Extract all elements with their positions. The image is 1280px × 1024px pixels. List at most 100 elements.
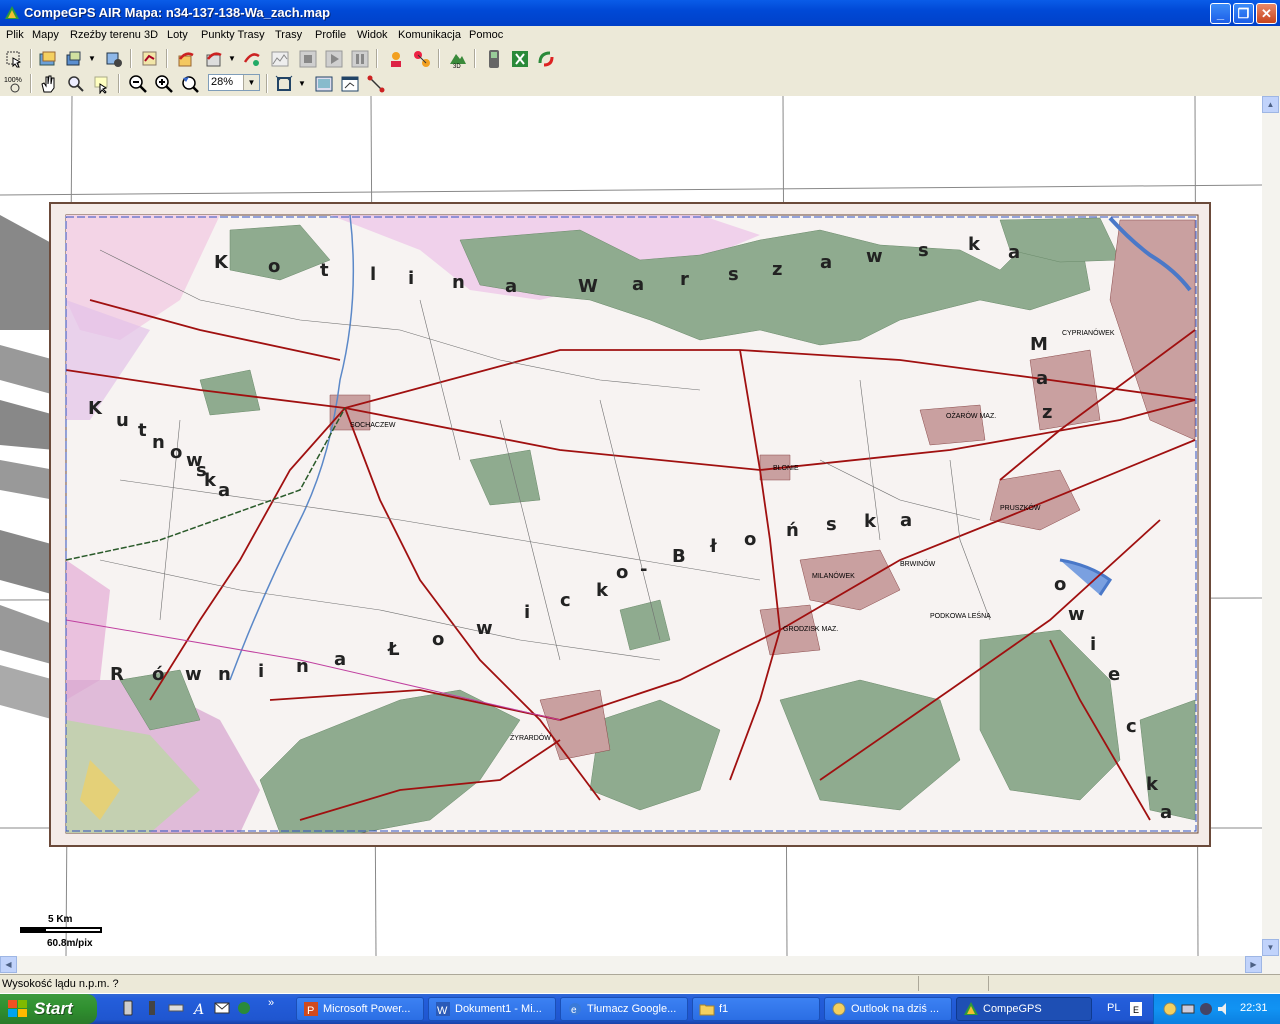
zoom-100-icon[interactable]: 100% <box>4 74 24 94</box>
zoom-window-icon[interactable] <box>66 74 86 94</box>
quicklaunch-more-chevron-icon[interactable]: » <box>268 997 274 1009</box>
waypoints-icon[interactable] <box>140 49 160 69</box>
keyboard-layout-icon[interactable]: E <box>1130 1002 1142 1016</box>
quicklaunch-font-icon[interactable]: A <box>192 1000 208 1016</box>
clock[interactable]: 22:31 <box>1240 1002 1268 1014</box>
zoom-in-icon[interactable] <box>154 74 174 94</box>
gps-icon[interactable] <box>484 49 504 69</box>
toolbar-separator <box>30 74 32 93</box>
select-pointer-icon[interactable] <box>92 74 112 94</box>
task-outlook[interactable]: Outlook na dziś ... <box>824 997 952 1021</box>
route-icon[interactable] <box>412 49 432 69</box>
task-folder-f1[interactable]: f1 <box>692 997 820 1021</box>
map-layers-dropdown-arrow[interactable]: ▼ <box>88 54 96 63</box>
pan-hand-icon[interactable] <box>38 74 58 94</box>
svg-text:K: K <box>88 398 103 419</box>
select-tool-icon[interactable] <box>4 49 24 69</box>
zoom-refresh-icon[interactable] <box>180 74 200 94</box>
toolbar-separator <box>30 49 32 68</box>
start-button[interactable]: Start <box>0 994 97 1024</box>
menu-profile[interactable]: Profile <box>315 29 346 41</box>
svg-text:i: i <box>524 602 530 623</box>
tray-network-icon[interactable] <box>1180 1001 1196 1017</box>
export-excel-icon[interactable] <box>510 49 530 69</box>
task-compegps[interactable]: CompeGPS <box>956 997 1092 1021</box>
svg-text:a: a <box>1160 802 1172 823</box>
language-indicator[interactable]: PL <box>1107 1002 1120 1014</box>
3d-view-icon[interactable]: 3D <box>448 49 468 69</box>
zoom-out-icon[interactable] <box>128 74 148 94</box>
horizontal-scrollbar[interactable]: ◀ ▶ <box>0 956 1262 974</box>
quicklaunch-device-icon[interactable] <box>144 1000 160 1016</box>
task-microsoft-powerpoint[interactable]: P Microsoft Power... <box>296 997 424 1021</box>
pause-icon[interactable] <box>350 49 370 69</box>
close-button[interactable]: ✕ <box>1256 3 1277 24</box>
map-extent-dropdown-arrow[interactable]: ▼ <box>298 79 306 88</box>
map-viewport[interactable]: K o t l i n a W a r s z a w s k a R ó w … <box>0 96 1262 956</box>
scale-distance-label: 5 Km <box>48 914 73 925</box>
add-waypoint-icon[interactable] <box>386 49 406 69</box>
vertical-scrollbar[interactable]: ▲ ▼ <box>1262 96 1280 974</box>
svg-text:c: c <box>560 590 571 611</box>
quicklaunch-phone-icon[interactable] <box>120 1000 136 1016</box>
scroll-left-button[interactable]: ◀ <box>0 956 17 973</box>
svg-text:w: w <box>185 664 202 685</box>
track-list-icon[interactable] <box>204 49 224 69</box>
scale-bar-segment <box>20 927 46 933</box>
scroll-right-button[interactable]: ▶ <box>1245 956 1262 973</box>
task-dokument1-word[interactable]: W Dokument1 - Mi... <box>428 997 556 1021</box>
play-icon[interactable] <box>324 49 344 69</box>
zoom-level-select[interactable]: 28% ▼ <box>208 74 260 91</box>
task-tlumacz-google[interactable]: e Tłumacz Google... <box>560 997 688 1021</box>
tray-outlook-icon[interactable] <box>1162 1001 1178 1017</box>
scroll-up-button[interactable]: ▲ <box>1262 96 1279 113</box>
town-label: PRUSZKÓW <box>1000 503 1041 512</box>
map-layers-icon[interactable] <box>64 49 84 69</box>
svg-text:w: w <box>476 618 493 639</box>
menu-plik[interactable]: Plik <box>6 29 24 41</box>
track-list-dropdown-arrow[interactable]: ▼ <box>228 54 236 63</box>
open-map-icon[interactable] <box>38 49 58 69</box>
quicklaunch-network-icon[interactable] <box>168 1000 184 1016</box>
stop-icon[interactable] <box>298 49 318 69</box>
svg-text:o: o <box>744 529 756 550</box>
svg-text:W: W <box>578 276 598 297</box>
map-window-icon[interactable] <box>340 74 360 94</box>
map-extent-icon[interactable] <box>274 74 294 94</box>
topographic-map[interactable]: K o t l i n a W a r s z a w s k a R ó w … <box>0 96 1262 956</box>
menu-punkty-trasy[interactable]: Punkty Trasy <box>201 29 265 41</box>
maximize-button[interactable]: ❐ <box>1233 3 1254 24</box>
menu-rzezby-terenu[interactable]: Rzeźby terenu 3D <box>70 29 158 41</box>
svg-text:n: n <box>296 656 309 677</box>
minimize-button[interactable]: _ <box>1210 3 1231 24</box>
svg-text:e: e <box>571 1005 577 1016</box>
svg-text:i: i <box>408 268 414 289</box>
chevron-down-icon[interactable]: ▼ <box>243 75 259 90</box>
svg-text:a: a <box>632 274 644 295</box>
svg-text:o: o <box>170 442 182 463</box>
quicklaunch-mail-icon[interactable] <box>214 1000 230 1016</box>
profile-graph-icon[interactable] <box>270 49 290 69</box>
svg-text:a: a <box>900 510 912 531</box>
menu-loty[interactable]: Loty <box>167 29 188 41</box>
track-edit-icon[interactable] <box>242 49 262 69</box>
open-track-icon[interactable] <box>176 49 196 69</box>
menu-trasy[interactable]: Trasy <box>275 29 302 41</box>
map-edge-artifacts <box>0 215 55 720</box>
connect-icon[interactable] <box>536 49 556 69</box>
town-label: GRODZISK MAZ. <box>783 626 838 633</box>
menu-mapy[interactable]: Mapy <box>32 29 59 41</box>
svg-text:s: s <box>918 240 929 261</box>
tray-volume-icon[interactable] <box>1216 1001 1232 1017</box>
svg-text:k: k <box>864 511 877 532</box>
measure-distance-icon[interactable] <box>366 74 386 94</box>
scroll-down-button[interactable]: ▼ <box>1262 939 1279 956</box>
menu-komunikacja[interactable]: Komunikacja <box>398 29 461 41</box>
menu-pomoc[interactable]: Pomoc <box>469 29 503 41</box>
quicklaunch-app-icon[interactable] <box>236 1000 252 1016</box>
svg-text:ł: ł <box>709 536 718 557</box>
menu-widok[interactable]: Widok <box>357 29 388 41</box>
tray-security-icon[interactable] <box>1198 1001 1214 1017</box>
map-tools-icon[interactable] <box>104 49 124 69</box>
overview-map-icon[interactable] <box>314 74 334 94</box>
